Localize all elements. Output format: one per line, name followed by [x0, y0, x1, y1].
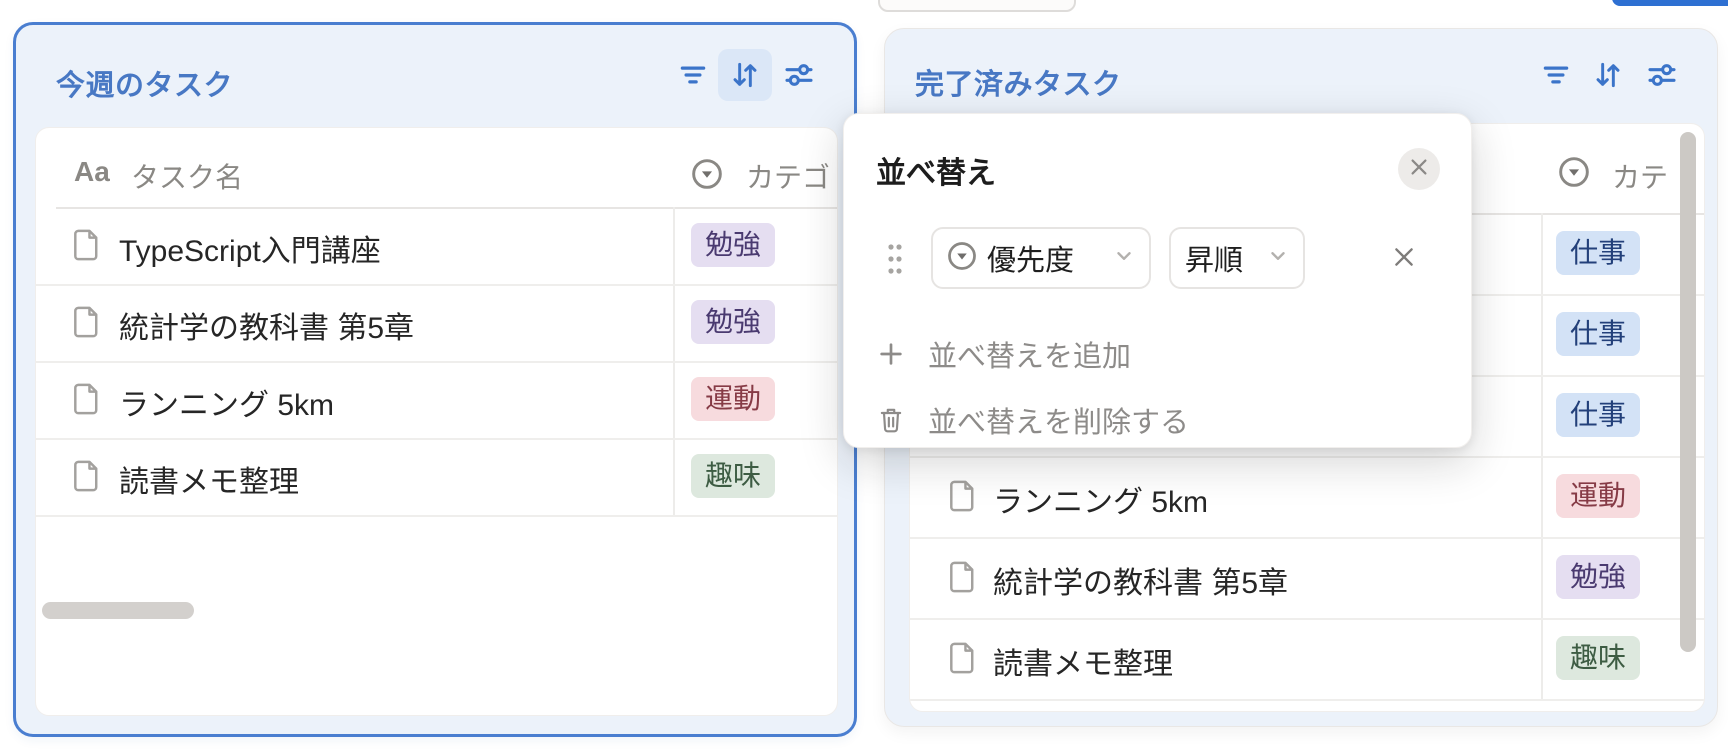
category-badge: 勉強 [691, 300, 776, 344]
sliders-icon [1646, 59, 1678, 91]
page-icon [73, 460, 101, 497]
sort-button[interactable] [718, 49, 772, 101]
cutoff-primary-button[interactable] [1612, 0, 1728, 6]
table-row[interactable]: 統計学の教科書 第5章 勉強 [36, 284, 837, 363]
category-badge: 趣味 [691, 454, 776, 498]
sort-field-value: 優先度 [987, 245, 1075, 277]
close-icon [1408, 156, 1430, 183]
category-badge: 仕事 [1556, 393, 1641, 437]
table-row[interactable]: ランニング 5km 運動 [36, 361, 837, 440]
page-icon [73, 306, 101, 343]
category-badge: 仕事 [1556, 231, 1641, 275]
table-row[interactable]: 統計学の教科書 第5章 勉強 [910, 537, 1704, 620]
column-header-category[interactable]: カテゴ [746, 156, 830, 196]
plus-icon [876, 340, 906, 368]
delete-sort-label: 並べ替えを削除する [928, 407, 1190, 439]
chevron-down-icon [1113, 245, 1135, 272]
filter-button[interactable] [672, 53, 714, 97]
category-badge: 運動 [1556, 474, 1641, 518]
panel-title: 完了済みタスク [915, 69, 1122, 101]
task-title: 統計学の教科書 第5章 [119, 312, 415, 345]
task-title: TypeScript入門講座 [119, 235, 381, 268]
x-icon [1391, 244, 1417, 275]
page-icon [949, 642, 977, 679]
vertical-scrollbar-thumb[interactable] [1680, 132, 1696, 652]
table-row[interactable]: TypeScript入門講座 勉強 [36, 207, 837, 286]
sort-order-value: 昇順 [1185, 245, 1244, 277]
task-title: 統計学の教科書 第5章 [993, 567, 1289, 600]
view-settings-button[interactable] [1641, 53, 1683, 97]
sort-popup: 並べ替え 優先度 昇順 並べ替えを追加 並べ替えを削除する [843, 113, 1472, 448]
category-badge: 勉強 [691, 223, 776, 267]
add-sort-button[interactable]: 並べ替えを追加 [876, 326, 1439, 382]
table-row[interactable]: 読書メモ整理 趣味 [36, 438, 837, 517]
table-this-week: Aa タスク名 カテゴ TypeScript入門講座 勉強 統計学の教科書 第5… [35, 127, 838, 716]
horizontal-scrollbar-thumb[interactable] [42, 602, 194, 619]
drag-handle-icon[interactable] [885, 240, 905, 278]
column-header-task-name[interactable]: タスク名 [131, 156, 243, 196]
sort-field-select[interactable]: 優先度 [931, 227, 1151, 289]
page-icon [73, 229, 101, 266]
category-badge: 運動 [691, 377, 776, 421]
task-title: 読書メモ整理 [993, 648, 1173, 681]
page-icon [949, 480, 977, 517]
filter-lines-icon [678, 60, 708, 90]
page-icon [73, 383, 101, 420]
remove-sort-rule-button[interactable] [1385, 240, 1423, 278]
filter-button[interactable] [1535, 53, 1577, 97]
text-property-icon: Aa [74, 156, 110, 187]
category-badge: 勉強 [1556, 555, 1641, 599]
category-badge: 趣味 [1556, 636, 1641, 680]
task-title: ランニング 5km [119, 389, 335, 422]
sort-arrows-icon [1592, 59, 1624, 91]
close-button[interactable] [1398, 148, 1440, 190]
sort-button[interactable] [1587, 53, 1629, 97]
table-row[interactable]: 読書メモ整理 趣味 [910, 618, 1704, 701]
panel-title: 今週のタスク [56, 70, 234, 102]
filter-lines-icon [1541, 60, 1571, 90]
add-sort-label: 並べ替えを追加 [928, 341, 1132, 373]
task-title: ランニング 5km [993, 486, 1209, 519]
task-title: 読書メモ整理 [119, 466, 299, 499]
view-settings-button[interactable] [778, 53, 820, 97]
sort-order-select[interactable]: 昇順 [1169, 227, 1305, 289]
select-property-icon [1558, 156, 1590, 193]
page: 今週のタスク Aa タスク名 カテゴ TypeScript入門講座 勉強 統計学… [0, 0, 1728, 754]
sort-popup-title: 並べ替え [876, 157, 996, 190]
column-header-category[interactable]: カテ [1612, 156, 1668, 196]
table-row[interactable]: ランニング 5km 運動 [910, 456, 1704, 539]
select-property-icon [947, 241, 977, 276]
page-icon [949, 561, 977, 598]
category-badge: 仕事 [1556, 312, 1641, 356]
select-property-icon [691, 158, 723, 195]
delete-sort-button[interactable]: 並べ替えを削除する [876, 392, 1439, 448]
sort-arrows-icon [729, 59, 761, 91]
cutoff-toolbar-pill[interactable] [878, 0, 1076, 12]
sliders-icon [783, 59, 815, 91]
trash-icon [876, 406, 906, 434]
chevron-down-icon [1267, 245, 1289, 272]
